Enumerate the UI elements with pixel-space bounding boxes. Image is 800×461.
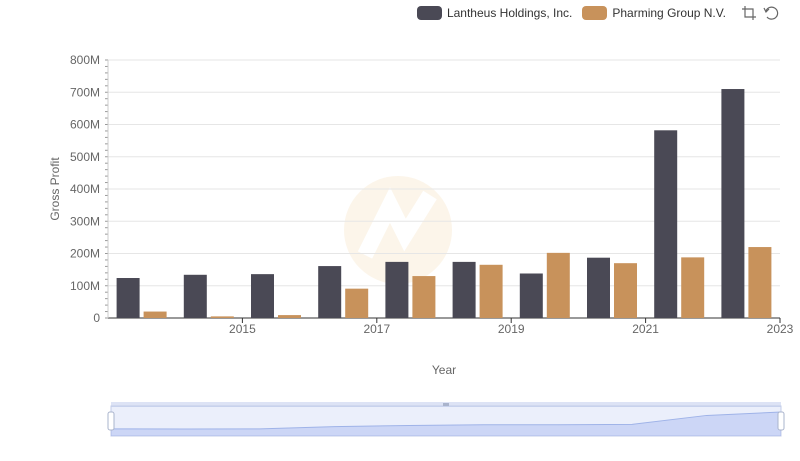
y-tick-label: 800M (70, 53, 100, 67)
bar-pharming-2021 (614, 263, 637, 318)
bar-pharming-2022 (681, 257, 705, 318)
datazoom-left-handle (107, 411, 115, 431)
bar-lantheus-2019 (452, 261, 476, 318)
y-axis-title: Gross Profit (48, 157, 62, 221)
y-tick-label: 300M (70, 214, 100, 228)
y-tick-label: 700M (70, 85, 100, 99)
bar-pharming-2019 (479, 264, 503, 318)
y-tick-label: 200M (70, 247, 100, 261)
x-tick-label: 2023 (767, 322, 794, 336)
y-tick-label: 600M (70, 118, 100, 132)
x-tick-label: 2017 (363, 322, 390, 336)
bar-lantheus-2021 (587, 257, 610, 318)
bar-lantheus-2017 (318, 266, 342, 318)
datazoom-right-handle (777, 411, 785, 431)
y-tick-label: 400M (70, 182, 100, 196)
bar-pharming-2018 (412, 276, 436, 318)
y-tick-label: 500M (70, 150, 100, 164)
bar-lantheus-2023 (721, 89, 745, 319)
y-tick-label: 0 (93, 311, 100, 325)
datazoom-move-handle (443, 403, 449, 406)
bar-lantheus-2016 (251, 274, 274, 318)
bar-pharming-2016 (278, 315, 301, 318)
bar-lantheus-2015 (183, 274, 207, 318)
x-tick-label: 2021 (632, 322, 659, 336)
bar-lantheus-2014 (116, 278, 140, 318)
bar-pharming-2015 (210, 316, 234, 318)
bar-pharming-2017 (345, 288, 369, 318)
x-tick-label: 2019 (498, 322, 525, 336)
bar-pharming-2020 (546, 252, 570, 318)
bar-lantheus-2022 (654, 130, 678, 318)
y-tick-label: 100M (70, 279, 100, 293)
bar-pharming-2014 (143, 311, 167, 318)
bar-pharming-2023 (748, 247, 772, 318)
bar-lantheus-2020 (519, 273, 543, 318)
x-tick-label: 2015 (229, 322, 256, 336)
bar-chart: 0 100M 200M 300M 400M 500M 600M 700M 800M 2015 201… (48, 53, 794, 437)
bar-lantheus-2018 (385, 261, 409, 318)
x-axis-title: Year (432, 363, 456, 377)
